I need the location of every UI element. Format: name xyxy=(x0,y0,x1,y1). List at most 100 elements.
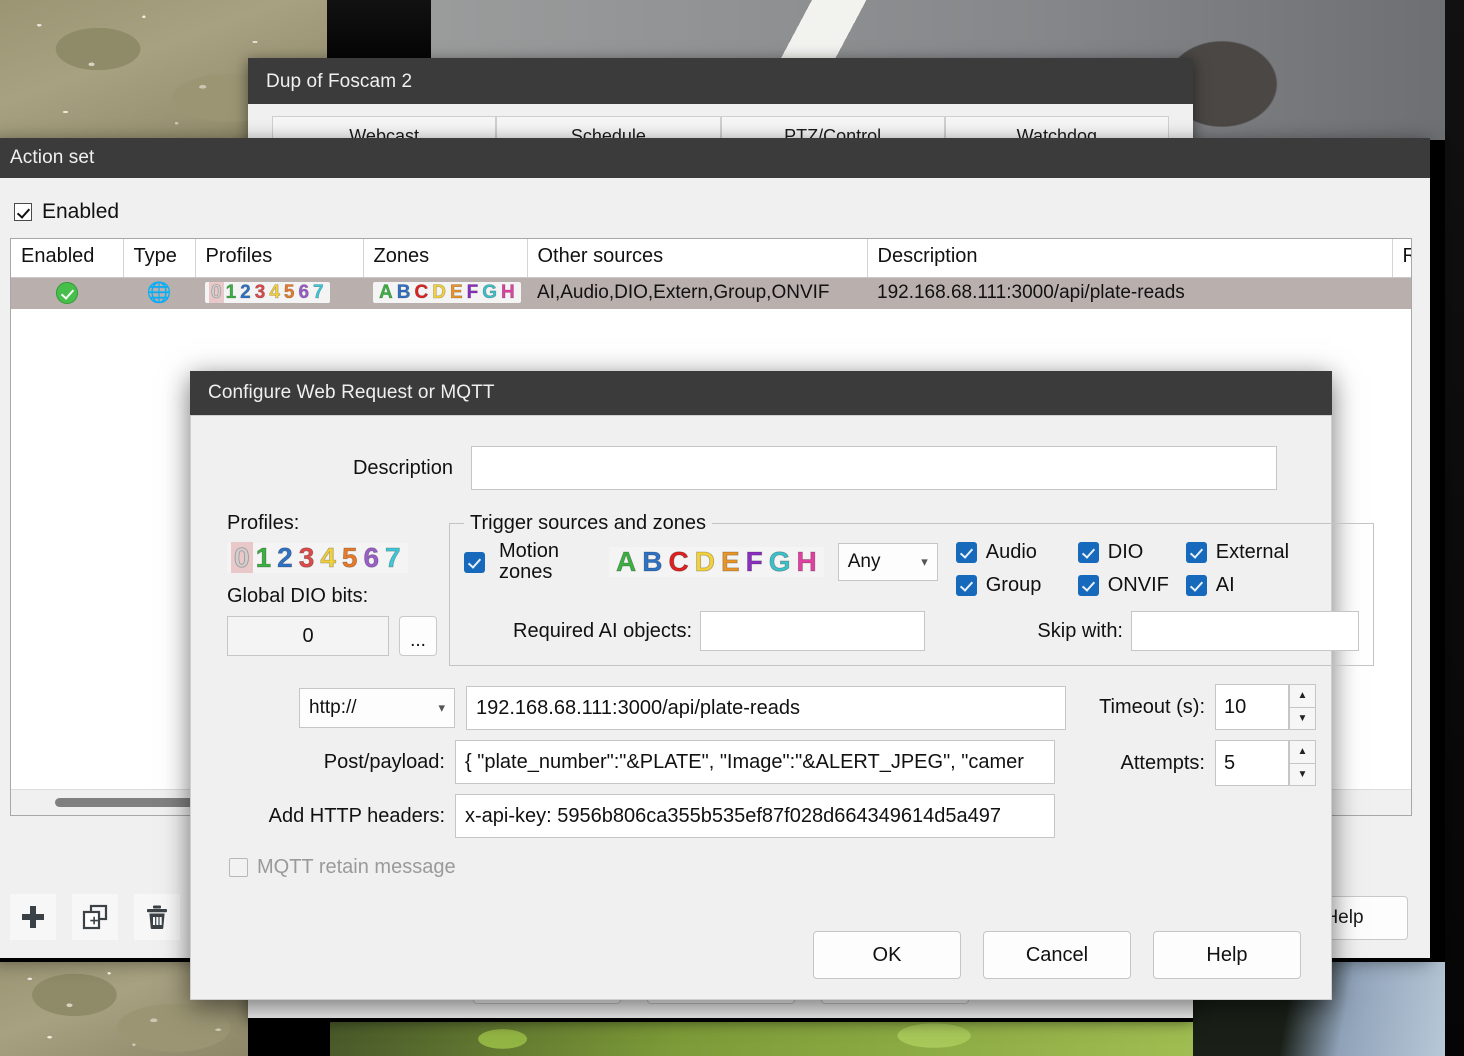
column-header-re[interactable]: Re xyxy=(1392,239,1411,278)
chevron-down-icon-protocol: ▾ xyxy=(438,700,445,715)
required-ai-row: Required AI objects: Skip with: xyxy=(464,611,1359,651)
trash-icon xyxy=(147,905,167,929)
timeout-value[interactable]: 10 xyxy=(1215,684,1289,730)
table-row[interactable]: 🌐 01234567 ABCDEFGH AI,Audio,DIO,Extern,… xyxy=(11,277,1411,309)
column-header-enabled[interactable]: Enabled xyxy=(11,239,124,278)
source-ai[interactable]: AI xyxy=(1185,574,1289,597)
column-header-other-sources[interactable]: Other sources xyxy=(527,239,868,278)
source-audio[interactable]: Audio xyxy=(955,541,1074,564)
timeout-spin-buttons: ▲ ▼ xyxy=(1289,684,1316,730)
skip-with-input[interactable] xyxy=(1131,611,1359,651)
motion-zones-label-line2: zones xyxy=(499,561,553,583)
add-action-button[interactable] xyxy=(10,894,56,940)
ok-button[interactable]: OK xyxy=(813,931,961,979)
glyph-5[interactable]: 5 xyxy=(282,282,297,303)
glyph-6[interactable]: 6 xyxy=(296,282,311,303)
cell-zones: ABCDEFGH xyxy=(363,277,527,309)
source-onvif[interactable]: ONVIF xyxy=(1077,574,1182,597)
glyph-E[interactable]: E xyxy=(448,282,465,303)
attempts-decrement-button[interactable]: ▼ xyxy=(1289,763,1316,786)
ai-label: AI xyxy=(1215,574,1235,596)
green-foliage-camera xyxy=(330,1022,1193,1056)
glyph-7[interactable]: 7 xyxy=(382,542,404,573)
glyph-A[interactable]: A xyxy=(377,282,395,303)
glyph-H[interactable]: H xyxy=(499,282,517,303)
glyph-A[interactable]: A xyxy=(613,546,639,577)
glyph-4[interactable]: 4 xyxy=(267,282,282,303)
glyph-H[interactable]: H xyxy=(794,546,820,577)
glyph-0[interactable]: 0 xyxy=(209,282,224,304)
http-headers-label: Add HTTP headers: xyxy=(268,804,445,827)
attempts-increment-button[interactable]: ▲ xyxy=(1289,740,1316,764)
glyph-B[interactable]: B xyxy=(639,546,665,577)
profiles-selector[interactable]: 01234567 xyxy=(227,542,408,573)
group-checkbox[interactable] xyxy=(955,575,977,596)
attempts-value[interactable]: 5 xyxy=(1215,740,1289,786)
skip-with-label: Skip with: xyxy=(1037,619,1123,642)
attempts-stepper[interactable]: 5 ▲ ▼ xyxy=(1215,740,1316,786)
glyph-D[interactable]: D xyxy=(692,546,718,577)
post-payload-input[interactable] xyxy=(455,740,1055,784)
zone-match-dropdown[interactable]: Any ▾ xyxy=(837,543,938,581)
post-payload-label: Post/payload: xyxy=(323,750,445,773)
glyph-2[interactable]: 2 xyxy=(274,542,296,573)
clone-action-button[interactable] xyxy=(72,894,118,940)
cancel-button[interactable]: Cancel xyxy=(983,931,1131,979)
onvif-label: ONVIF xyxy=(1107,574,1169,596)
glyph-C[interactable]: C xyxy=(665,546,691,577)
glyph-1[interactable]: 1 xyxy=(253,542,275,573)
audio-checkbox[interactable] xyxy=(955,542,977,563)
external-checkbox[interactable] xyxy=(1185,542,1207,563)
timeout-label: Timeout (s): xyxy=(1099,695,1205,718)
glyph-E[interactable]: E xyxy=(718,546,743,577)
glyph-3[interactable]: 3 xyxy=(296,542,318,573)
glyph-D[interactable]: D xyxy=(430,282,448,303)
profiles-label: Profiles: xyxy=(227,512,300,534)
dio-checkbox[interactable] xyxy=(1077,542,1099,563)
glyph-1[interactable]: 1 xyxy=(224,282,239,303)
glyph-F[interactable]: F xyxy=(465,282,481,303)
glyph-5[interactable]: 5 xyxy=(339,542,361,573)
motion-zones-checkbox[interactable] xyxy=(464,551,485,573)
description-input[interactable] xyxy=(471,446,1277,490)
global-dio-value[interactable]: 0 xyxy=(227,616,389,656)
timeout-stepper[interactable]: 10 ▲ ▼ xyxy=(1215,684,1316,730)
glyph-B[interactable]: B xyxy=(395,282,413,303)
screen: Dup of Foscam 2 Webcast Schedule PTZ/Con… xyxy=(0,0,1464,1056)
glyph-G[interactable]: G xyxy=(766,546,794,577)
source-external[interactable]: External xyxy=(1185,541,1289,564)
source-group[interactable]: Group xyxy=(955,574,1074,597)
url-input[interactable] xyxy=(466,686,1066,730)
actions-table-hscroll-thumb[interactable] xyxy=(55,798,195,807)
column-header-type[interactable]: Type xyxy=(123,239,196,278)
enabled-checkbox[interactable] xyxy=(14,203,32,221)
plus-icon xyxy=(22,906,44,928)
glyph-6[interactable]: 6 xyxy=(360,542,382,573)
timeout-increment-button[interactable]: ▲ xyxy=(1289,684,1316,708)
onvif-checkbox[interactable] xyxy=(1077,575,1099,596)
source-dio[interactable]: DIO xyxy=(1077,541,1182,564)
glyph-4[interactable]: 4 xyxy=(317,542,339,573)
delete-action-button[interactable] xyxy=(134,894,180,940)
dark-camera-2 xyxy=(1445,0,1464,1056)
glyph-0[interactable]: 0 xyxy=(231,542,253,573)
http-headers-input[interactable] xyxy=(455,794,1055,838)
action-set-enabled-row[interactable]: Enabled xyxy=(0,178,1430,238)
glyph-F[interactable]: F xyxy=(743,546,766,577)
zones-selector[interactable]: ABCDEFGH xyxy=(609,547,824,577)
required-ai-objects-input[interactable] xyxy=(700,611,925,651)
glyph-7[interactable]: 7 xyxy=(311,282,326,303)
column-header-zones[interactable]: Zones xyxy=(363,239,528,278)
protocol-dropdown[interactable]: http:// ▾ xyxy=(299,688,455,728)
glyph-C[interactable]: C xyxy=(412,282,430,303)
actions-table: Enabled Type Profiles Zones Other source… xyxy=(11,239,1411,309)
column-header-description[interactable]: Description xyxy=(867,239,1393,278)
global-dio-more-button[interactable]: ... xyxy=(399,616,437,656)
timeout-decrement-button[interactable]: ▼ xyxy=(1289,707,1316,730)
glyph-3[interactable]: 3 xyxy=(253,282,268,303)
column-header-profiles[interactable]: Profiles xyxy=(195,239,364,278)
ai-checkbox[interactable] xyxy=(1185,575,1207,596)
glyph-2[interactable]: 2 xyxy=(238,282,253,303)
glyph-G[interactable]: G xyxy=(480,282,499,303)
help-button[interactable]: Help xyxy=(1153,931,1301,979)
